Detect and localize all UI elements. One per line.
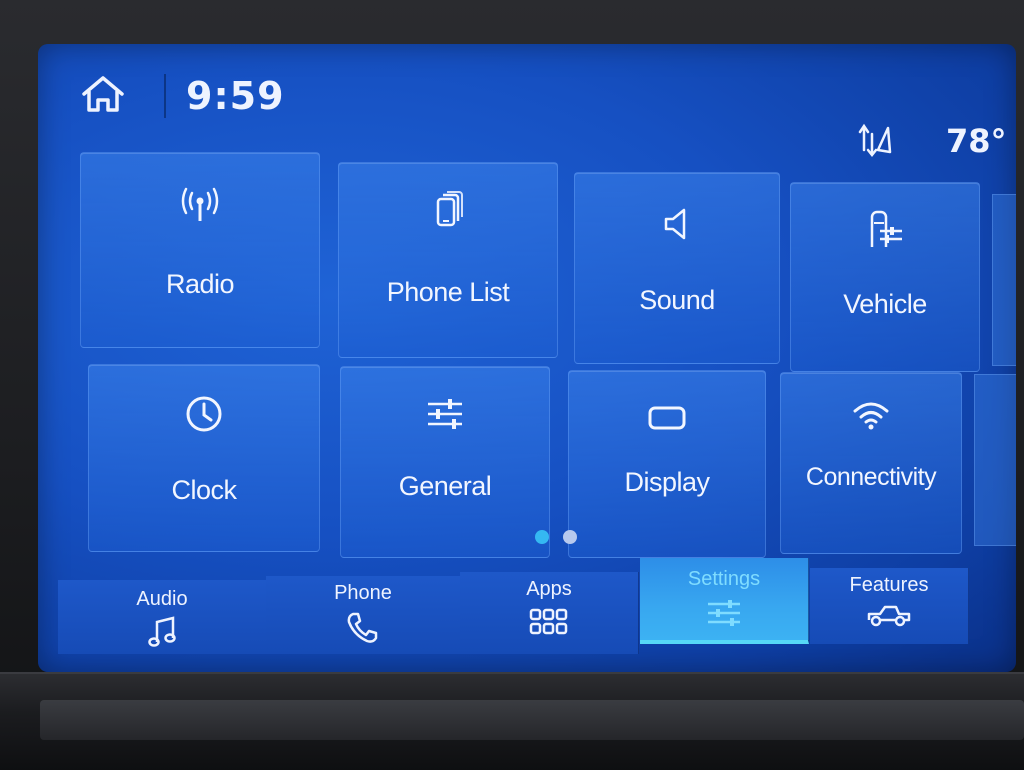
nav-tab-apps[interactable]: Apps bbox=[460, 572, 639, 654]
nav-tab-phone[interactable]: Phone bbox=[266, 576, 461, 654]
tile-label-clock: Clock bbox=[171, 475, 237, 505]
status-clock: 9:59 bbox=[186, 74, 285, 118]
tile-radio[interactable]: Radio bbox=[80, 152, 320, 348]
dashboard-ledge bbox=[40, 700, 1024, 740]
tile-general[interactable]: General bbox=[340, 366, 550, 558]
nav-tab-settings[interactable]: Settings bbox=[640, 558, 809, 644]
nav-label-phone: Phone bbox=[334, 582, 392, 604]
page-indicator-2[interactable] bbox=[563, 530, 577, 544]
music-note-icon bbox=[148, 616, 176, 647]
outside-temperature: 78° bbox=[946, 122, 1007, 160]
apps-grid-icon bbox=[529, 608, 568, 635]
radio-antenna-icon bbox=[181, 187, 219, 221]
status-divider bbox=[164, 74, 166, 118]
bottom-navigation-bar: Audio Phone Apps Settings Features bbox=[58, 558, 998, 654]
nav-tab-features[interactable]: Features bbox=[810, 568, 969, 644]
clock-icon bbox=[186, 396, 222, 432]
wifi-icon bbox=[853, 402, 889, 430]
infotainment-screen: 9:59 78° Radio Phone List Sound Vehicle … bbox=[38, 44, 1016, 672]
status-bar: 9:59 78° bbox=[38, 44, 1016, 160]
tile-connectivity[interactable]: Connectivity bbox=[780, 372, 962, 554]
tile-label-connectivity: Connectivity bbox=[805, 463, 937, 491]
tile-display[interactable]: Display bbox=[568, 370, 766, 558]
sliders-icon bbox=[428, 399, 462, 429]
tile-vehicle[interactable]: Vehicle bbox=[790, 182, 980, 372]
truck-icon bbox=[867, 605, 911, 627]
tile-label-sound: Sound bbox=[639, 285, 715, 315]
home-icon bbox=[82, 76, 124, 112]
next-page-tile-edge[interactable] bbox=[992, 194, 1016, 366]
nav-label-settings: Settings bbox=[687, 568, 761, 590]
phone-list-icon bbox=[436, 191, 463, 227]
vehicle-settings-icon bbox=[870, 210, 902, 247]
nav-label-apps: Apps bbox=[526, 578, 572, 600]
tile-phone-list[interactable]: Phone List bbox=[338, 162, 558, 358]
phone-handset-icon bbox=[347, 612, 378, 643]
nav-label-features: Features bbox=[849, 574, 929, 596]
sliders-icon bbox=[708, 600, 740, 626]
home-button[interactable] bbox=[80, 74, 126, 114]
next-page-tile-edge-lower[interactable] bbox=[974, 374, 1016, 546]
nav-tab-audio[interactable]: Audio bbox=[58, 580, 267, 654]
display-icon bbox=[648, 406, 686, 430]
tile-label-vehicle: Vehicle bbox=[843, 289, 927, 319]
tile-sound[interactable]: Sound bbox=[574, 172, 780, 364]
navigation-direction-icon bbox=[856, 120, 894, 158]
tile-label-display: Display bbox=[624, 467, 710, 497]
tile-label-general: General bbox=[398, 471, 492, 501]
nav-label-audio: Audio bbox=[136, 588, 188, 610]
tile-label-radio: Radio bbox=[165, 269, 235, 299]
tile-label-phone-list: Phone List bbox=[386, 277, 510, 307]
page-indicator-1[interactable] bbox=[535, 530, 549, 544]
tile-clock[interactable]: Clock bbox=[88, 364, 320, 552]
speaker-icon bbox=[664, 208, 686, 240]
